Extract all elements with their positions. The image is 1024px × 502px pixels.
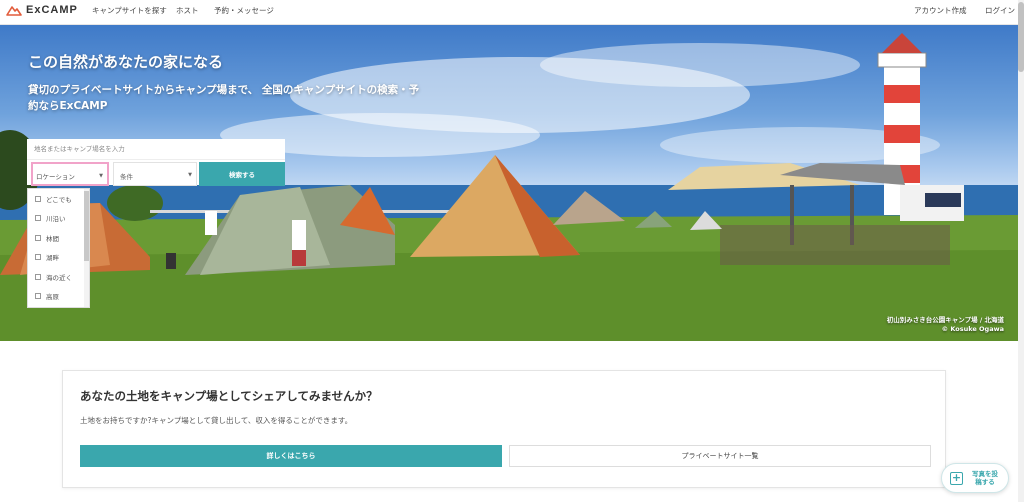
host-card-title: あなたの土地をキャンプ場としてシェアしてみませんか？ xyxy=(80,389,378,403)
plus-square-icon: + xyxy=(950,470,963,485)
location-option[interactable]: 海の近く xyxy=(28,267,89,287)
location-option[interactable]: どこでも xyxy=(28,189,89,209)
host-invite-card: あなたの土地をキャンプ場としてシェアしてみませんか？ 土地をお持ちですか?キャン… xyxy=(62,370,946,488)
host-card-text: 土地をお持ちですか?キャンプ場として貸し出して、収入を得ることができます。 xyxy=(80,416,353,425)
condition-select[interactable]: 条件 ▼ xyxy=(113,162,197,186)
checkbox[interactable] xyxy=(35,293,41,300)
dropdown-scrollbar-thumb[interactable] xyxy=(84,191,89,261)
nav-find-campsite[interactable]: キャンプサイトを探す xyxy=(92,5,167,16)
location-dropdown: どこでも 川沿い 林間 湖畔 海の近く 高原 xyxy=(27,188,90,308)
condition-select-label: 条件 xyxy=(120,173,133,181)
checkbox[interactable] xyxy=(35,234,41,241)
hero-subtitle: 貸切のプライベートサイトからキャンプ場まで、 全国のキャンプサイトの検索・予約な… xyxy=(28,84,420,112)
location-select[interactable]: ロケーション ▼ xyxy=(31,162,109,186)
location-option-label: 海の近く xyxy=(46,273,72,282)
location-option-label: 湖畔 xyxy=(46,254,59,263)
location-option-label: 川沿い xyxy=(46,215,66,224)
page-scrollbar[interactable] xyxy=(1018,0,1024,502)
dropdown-scrollbar[interactable] xyxy=(84,189,89,307)
nav-create-account[interactable]: アカウント作成 xyxy=(914,5,967,16)
nav-reservations[interactable]: 予約・メッセージ xyxy=(214,5,274,16)
search-button[interactable]: 検索する xyxy=(199,162,285,186)
location-option[interactable]: 湖畔 xyxy=(28,248,89,268)
logo[interactable]: ExCAMP xyxy=(6,4,78,16)
caret-down-icon: ▼ xyxy=(99,173,103,179)
post-photo-button[interactable]: + 写真を投稿する xyxy=(941,463,1009,493)
nav-host[interactable]: ホスト xyxy=(176,5,199,16)
checkbox[interactable] xyxy=(35,215,41,222)
caret-down-icon: ▼ xyxy=(188,172,192,178)
logo-text: ExCAMP xyxy=(26,4,78,16)
top-header: ExCAMP キャンプサイトを探す ホスト 予約・メッセージ アカウント作成 ロ… xyxy=(0,0,1024,25)
photo-credit-author: © Kosuke Ogawa xyxy=(941,325,1004,333)
location-select-label: ロケーション xyxy=(36,173,75,181)
photo-credit-place: 初山別みさき台公園キャンプ場 / 北海道 xyxy=(886,316,1004,324)
checkbox[interactable] xyxy=(35,195,41,202)
checkbox[interactable] xyxy=(35,273,41,280)
page-scrollbar-thumb[interactable] xyxy=(1018,2,1024,72)
nav-login[interactable]: ログイン xyxy=(985,5,1015,16)
location-option-label: 高原 xyxy=(46,293,59,302)
hero-title: この自然があなたの家になる xyxy=(28,53,224,71)
search-input[interactable] xyxy=(27,139,285,160)
checkbox[interactable] xyxy=(35,254,41,261)
location-option[interactable]: 林間 xyxy=(28,228,89,248)
location-option[interactable]: 高原 xyxy=(28,287,89,307)
location-option-label: どこでも xyxy=(46,195,72,204)
learn-more-button[interactable]: 詳しくはこちら xyxy=(80,445,502,467)
location-option[interactable]: 川沿い xyxy=(28,209,89,229)
mountain-logo-icon xyxy=(6,6,22,16)
location-option-label: 林間 xyxy=(46,234,59,243)
post-photo-label: 写真を投稿する xyxy=(972,470,998,486)
private-sites-button[interactable]: プライベートサイト一覧 xyxy=(509,445,931,467)
search-panel: ロケーション ▼ 条件 ▼ 検索する xyxy=(27,139,285,186)
